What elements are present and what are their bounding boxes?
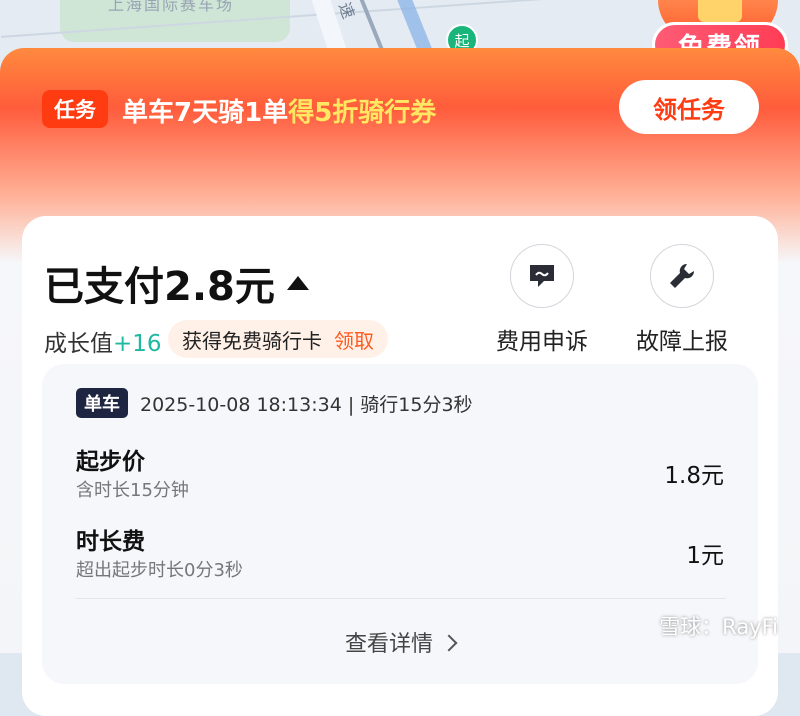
divider (76, 598, 726, 599)
payment-card: 已支付2.8元 成长值+16 获得免费骑行卡 领取 费用申诉 故障上报 单车 2… (22, 216, 778, 716)
chevron-right-icon (440, 634, 458, 652)
free-card-text: 获得免费骑行卡 (182, 328, 322, 353)
watermark-text: 雪球：RayFi (659, 615, 778, 639)
fee-complaint-action[interactable]: 费用申诉 (482, 244, 602, 356)
order-sheet: 任务 单车7天骑1单得5折骑行券 领任务 已支付2.8元 成长值+16 获得免费… (0, 48, 800, 716)
claim-link[interactable]: 领取 (334, 325, 374, 354)
free-card-pill[interactable]: 获得免费骑行卡 领取 (168, 320, 388, 358)
bike-type-tag: 单车 (76, 388, 128, 418)
watermark: 雪球：RayFi (659, 611, 778, 641)
view-details-link[interactable]: 查看详情 (42, 626, 758, 658)
task-tag: 任务 (42, 90, 108, 128)
wrench-icon[interactable] (650, 244, 714, 308)
fee-item-name: 时长费 (76, 529, 145, 555)
paid-amount[interactable]: 已支付2.8元 (44, 254, 309, 312)
paid-text: 已支付2.8元 (44, 264, 275, 310)
caret-up-icon[interactable] (286, 276, 309, 290)
task-text-highlight: 得5折骑行券 (288, 98, 437, 128)
fee-item-sub: 超出起步时长0分3秒 (76, 560, 243, 581)
fault-report-action[interactable]: 故障上报 (622, 244, 742, 356)
fee-item-amount: 1.8元 (664, 463, 724, 489)
map-place-label: 上海国际赛车场 (108, 0, 235, 14)
fee-complaint-label: 费用申诉 (496, 329, 588, 355)
chat-complaint-icon[interactable] (510, 244, 574, 308)
task-text-main: 单车7天骑1单 (122, 98, 289, 128)
growth-label: 成长值 (44, 331, 113, 357)
claim-task-button[interactable]: 领任务 (619, 80, 759, 134)
fault-report-label: 故障上报 (636, 329, 728, 355)
growth-points: +16 (113, 331, 162, 357)
fee-item-sub: 含时长15分钟 (76, 480, 189, 501)
task-description: 单车7天骑1单得5折骑行券 (122, 92, 436, 129)
view-details-label: 查看详情 (344, 632, 433, 657)
fee-item-name: 起步价 (76, 449, 145, 475)
map-road-label: 速 (334, 0, 359, 22)
trip-info: 2025-10-08 18:13:34 | 骑行15分3秒 (140, 394, 473, 416)
growth-value: 成长值+16 (44, 324, 162, 358)
fee-item-amount: 1元 (686, 543, 724, 569)
fee-detail-box: 单车 2025-10-08 18:13:34 | 骑行15分3秒 起步价 含时长… (42, 364, 758, 684)
